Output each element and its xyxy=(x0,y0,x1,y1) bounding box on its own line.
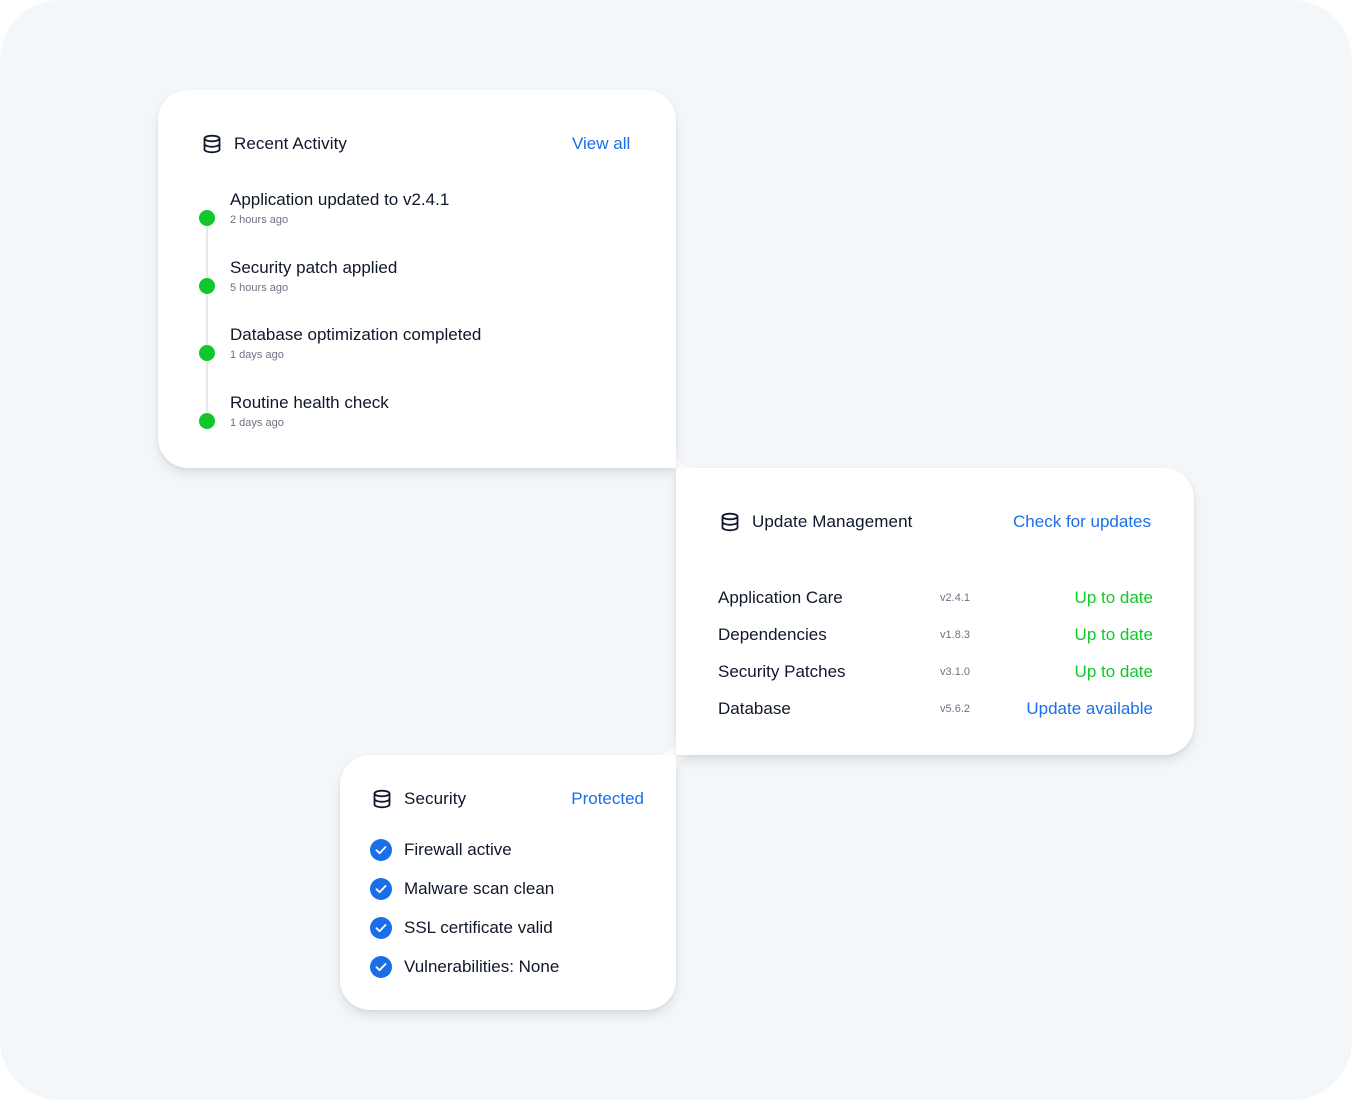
component-name: Dependencies xyxy=(718,625,827,644)
timeline-line xyxy=(206,210,208,412)
update-row: Database v5.6.2 Update available xyxy=(676,699,1196,723)
status-dot-icon xyxy=(199,210,215,226)
recent-activity-card: Recent Activity View all Application upd… xyxy=(158,90,676,468)
recent-activity-header: Recent Activity xyxy=(202,134,347,154)
activity-time: 2 hours ago xyxy=(230,214,289,226)
component-version: v3.1.0 xyxy=(940,666,970,678)
update-row: Dependencies v1.8.3 Up to date xyxy=(676,625,1196,649)
activity-item: Application updated to v2.4.1 2 hours ag… xyxy=(158,190,658,240)
check-for-updates-link[interactable]: Check for updates xyxy=(1013,512,1151,532)
security-check-item: SSL certificate valid xyxy=(370,916,553,940)
check-circle-icon xyxy=(370,956,392,978)
check-circle-icon xyxy=(370,839,392,861)
security-check-item: Vulnerabilities: None xyxy=(370,955,559,979)
security-status: Protected xyxy=(571,789,644,808)
security-check-label: Vulnerabilities: None xyxy=(404,957,560,976)
update-status: Up to date xyxy=(1074,662,1153,681)
card-title: Recent Activity xyxy=(234,134,347,153)
activity-item: Routine health check 1 days ago xyxy=(158,393,658,443)
update-row: Security Patches v3.1.0 Up to date xyxy=(676,662,1196,686)
component-version: v5.6.2 xyxy=(940,703,970,715)
card-title: Security xyxy=(404,789,467,808)
component-name: Application Care xyxy=(718,588,843,607)
view-all-link[interactable]: View all xyxy=(572,134,630,154)
card-title: Update Management xyxy=(752,512,913,531)
update-management-card: Update Management Check for updates Appl… xyxy=(676,468,1194,755)
activity-title: Routine health check xyxy=(230,393,389,412)
update-management-header: Update Management xyxy=(720,512,912,532)
check-circle-icon xyxy=(370,917,392,939)
activity-item: Database optimization completed 1 days a… xyxy=(158,325,658,375)
database-icon xyxy=(373,789,391,809)
security-check-label: Firewall active xyxy=(404,840,512,859)
security-check-item: Malware scan clean xyxy=(370,877,554,901)
update-row: Application Care v2.4.1 Up to date xyxy=(676,588,1196,612)
security-header: Security xyxy=(372,789,466,809)
component-version: v2.4.1 xyxy=(940,592,970,604)
security-check-label: SSL certificate valid xyxy=(404,918,553,937)
database-icon xyxy=(721,512,739,532)
dashboard-canvas: Recent Activity View all Application upd… xyxy=(0,0,1352,1100)
update-available-link[interactable]: Update available xyxy=(1026,699,1153,719)
security-check-item: Firewall active xyxy=(370,838,512,862)
component-name: Security Patches xyxy=(718,662,846,681)
card-connector xyxy=(676,448,696,468)
status-dot-icon xyxy=(199,345,215,361)
activity-item: Security patch applied 5 hours ago xyxy=(158,258,658,308)
security-check-label: Malware scan clean xyxy=(404,879,555,898)
check-circle-icon xyxy=(370,878,392,900)
activity-time: 1 days ago xyxy=(230,417,284,429)
component-name: Database xyxy=(718,699,791,718)
activity-time: 1 days ago xyxy=(230,349,284,361)
card-connector xyxy=(656,735,676,755)
activity-title: Security patch applied xyxy=(230,258,398,277)
update-status: Up to date xyxy=(1074,588,1153,607)
component-version: v1.8.3 xyxy=(940,629,970,641)
status-dot-icon xyxy=(199,413,215,429)
activity-time: 5 hours ago xyxy=(230,282,289,294)
status-dot-icon xyxy=(199,278,215,294)
activity-title: Application updated to v2.4.1 xyxy=(230,190,450,209)
database-icon xyxy=(203,134,221,154)
update-status: Up to date xyxy=(1074,625,1153,644)
security-card: Security Protected Firewall active Malwa… xyxy=(340,755,676,1010)
activity-title: Database optimization completed xyxy=(230,325,482,344)
card-connector xyxy=(676,755,696,775)
